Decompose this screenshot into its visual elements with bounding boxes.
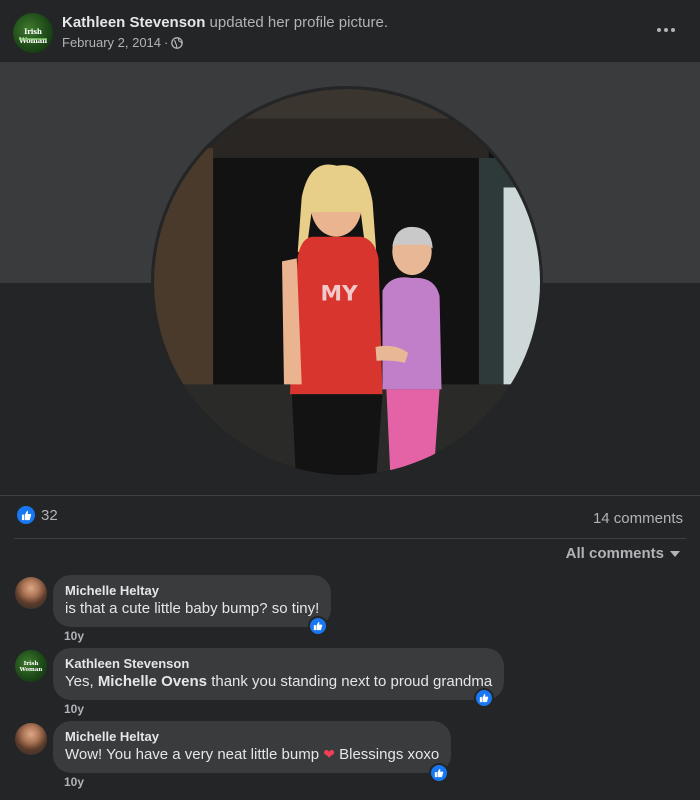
divider (14, 538, 686, 539)
comment-text: is that a cute little baby bump? so tiny… (65, 600, 320, 617)
commenter-avatar[interactable]: Irish Woman (15, 650, 47, 682)
comment-text-part: Blessings xoxo (334, 746, 440, 763)
author-avatar[interactable]: Irish Woman (13, 13, 53, 53)
more-dot (671, 28, 675, 32)
more-dot (664, 28, 668, 32)
comment-filter-dropdown[interactable]: All comments (566, 545, 680, 562)
avatar-logo-text: Irish Woman (19, 661, 43, 673)
commenter-avatar[interactable] (15, 723, 47, 755)
more-dot (657, 28, 661, 32)
photo-illustration: MY (154, 89, 540, 475)
mention-link[interactable]: Michelle Ovens (98, 673, 207, 690)
comment-text-prefix: Yes, (65, 673, 98, 690)
comment-bubble: Kathleen Stevenson Yes, Michelle Ovens t… (53, 648, 505, 700)
more-icon[interactable] (652, 18, 680, 42)
comment-text-suffix: thank you standing next to proud grandma (207, 673, 493, 690)
like-icon[interactable] (474, 688, 494, 708)
globe-icon[interactable] (171, 36, 184, 49)
comment-time[interactable]: 10y (64, 775, 84, 789)
avatar-logo-text: Irish Woman (19, 27, 47, 45)
comment-text: Wow! You have a very neat little bump ❤ … (65, 746, 439, 763)
like-icon (17, 506, 35, 524)
caret-down-icon (670, 550, 680, 557)
commenter-name[interactable]: Kathleen Stevenson (65, 656, 492, 671)
commenter-name[interactable]: Michelle Heltay (65, 729, 439, 744)
profile-photo[interactable]: MY (151, 86, 543, 478)
comment-bubble: Michelle Heltay Wow! You have a very nea… (53, 721, 452, 773)
like-icon[interactable] (429, 763, 449, 783)
comment-filter-label: All comments (565, 545, 664, 562)
heart-icon: ❤ (323, 746, 335, 762)
post-action: updated her profile picture. (205, 14, 388, 31)
avatar-logo-decoration (19, 38, 47, 40)
post-meta: February 2, 2014 · (62, 35, 184, 50)
post-date[interactable]: February 2, 2014 (62, 35, 161, 50)
commenter-avatar[interactable] (15, 577, 47, 609)
like-count: 32 (41, 506, 58, 524)
comment-text: Yes, Michelle Ovens thank you standing n… (65, 673, 492, 690)
svg-text:MY: MY (321, 282, 359, 307)
meta-separator: · (164, 35, 169, 50)
post-header: Irish Woman Kathleen Stevenson updated h… (0, 0, 700, 62)
comments-count[interactable]: 14 comments (593, 510, 683, 527)
comment-time[interactable]: 10y (64, 629, 84, 643)
author-name[interactable]: Kathleen Stevenson (62, 14, 205, 31)
divider (0, 495, 700, 496)
comment-text-part: Wow! You have a very neat little bump (65, 746, 324, 763)
commenter-name[interactable]: Michelle Heltay (65, 583, 319, 598)
comment-time[interactable]: 10y (64, 702, 84, 716)
author-line: Kathleen Stevenson updated her profile p… (62, 14, 388, 31)
likes-summary[interactable]: 32 (17, 506, 58, 524)
comment-bubble: Michelle Heltay is that a cute little ba… (53, 575, 332, 627)
like-icon[interactable] (308, 616, 328, 636)
